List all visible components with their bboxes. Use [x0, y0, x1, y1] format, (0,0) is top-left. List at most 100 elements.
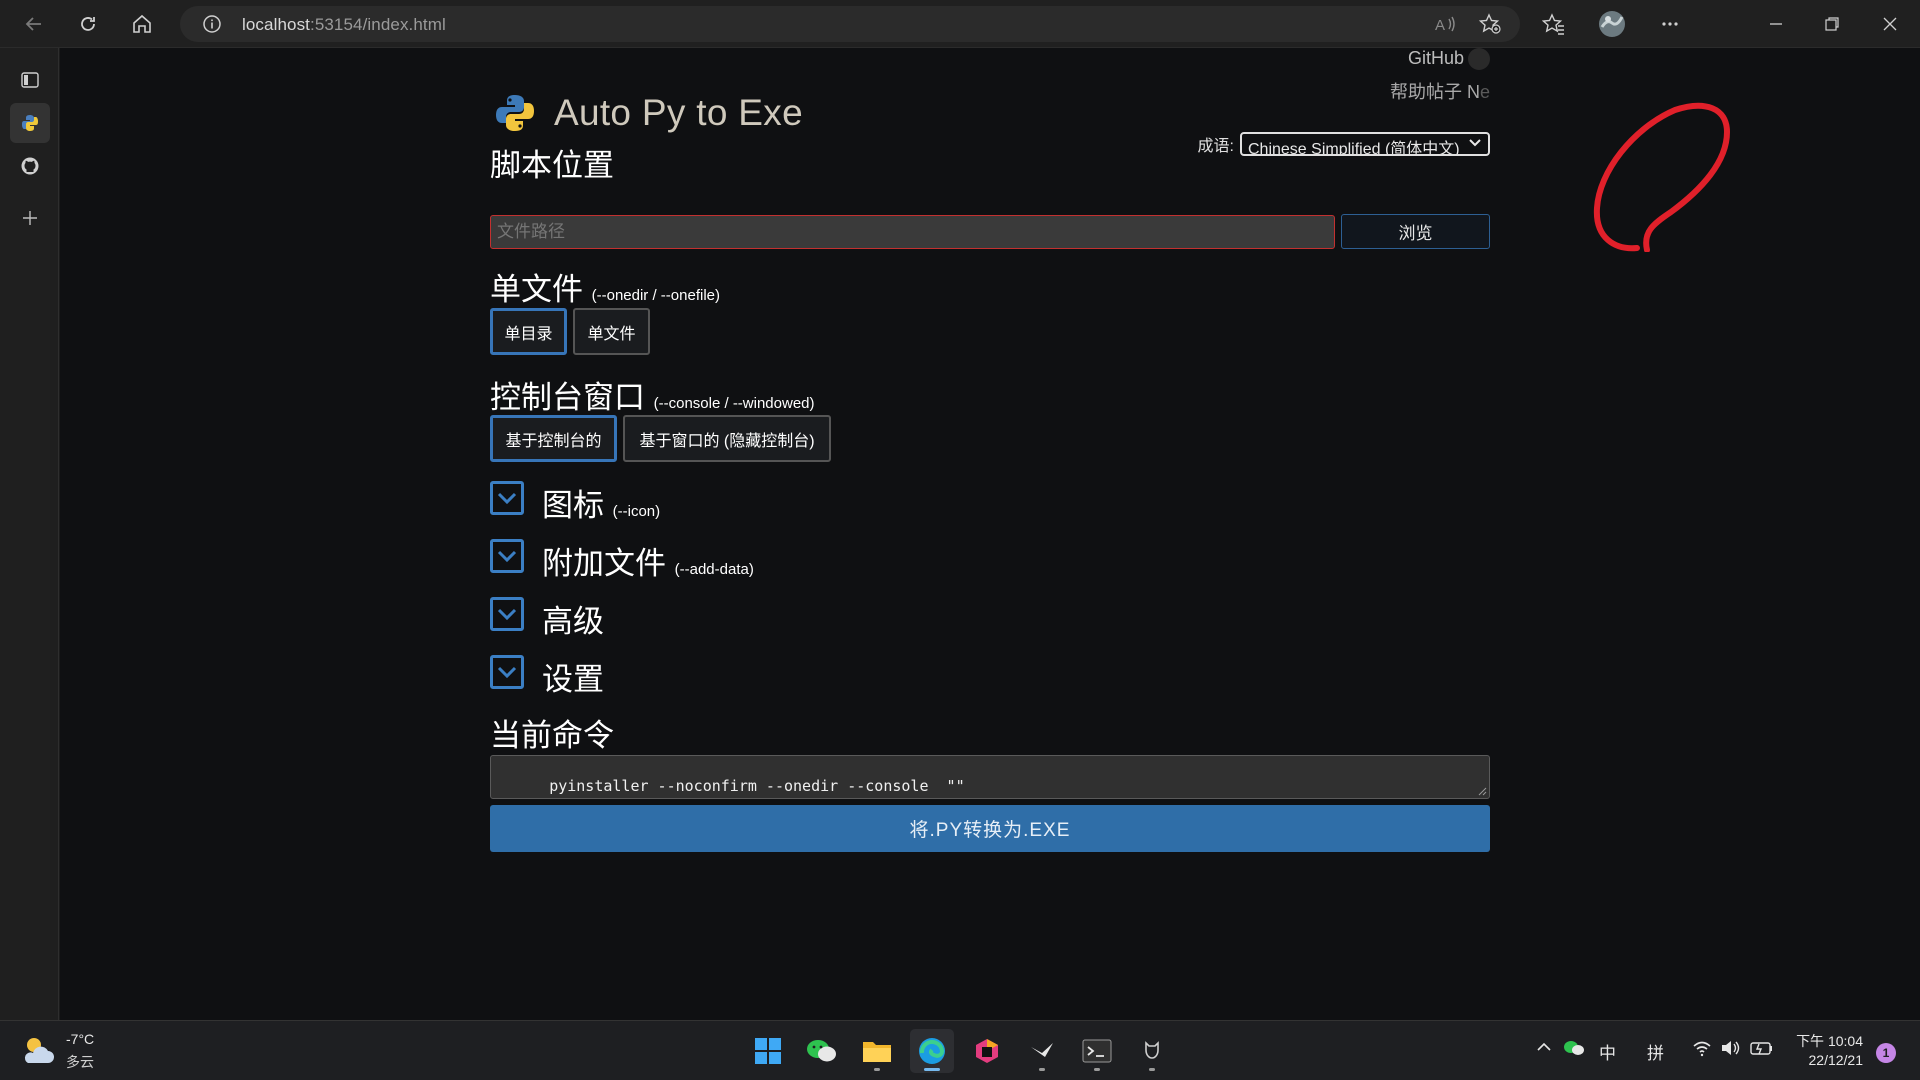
ime-input-indicator[interactable]: 拼: [1647, 1039, 1664, 1064]
notification-badge[interactable]: 1: [1876, 1043, 1896, 1063]
show-hidden-icons-chevron[interactable]: [1536, 1039, 1552, 1060]
script-location-heading: 脚本位置: [490, 148, 614, 183]
restore-icon[interactable]: [1814, 6, 1850, 42]
home-icon[interactable]: [124, 6, 160, 42]
ime-mode-indicator[interactable]: 中: [1599, 1039, 1616, 1064]
console-heading: 控制台窗口 (--console / --windowed): [490, 372, 815, 417]
battery-icon[interactable]: [1750, 1039, 1774, 1062]
start-button[interactable]: [746, 1029, 790, 1073]
terminal-app-taskbar-button[interactable]: [1020, 1029, 1064, 1073]
wechat-taskbar-button[interactable]: [800, 1029, 844, 1073]
clock-time[interactable]: 下午 10:04: [1795, 1031, 1863, 1051]
clock-date[interactable]: 22/12/21: [1795, 1052, 1864, 1068]
icon-section-label[interactable]: 图标 (--icon): [542, 480, 660, 525]
python-logo: [494, 92, 536, 134]
jetbrains-taskbar-button[interactable]: [965, 1029, 1009, 1073]
add-favorite-icon[interactable]: [1472, 6, 1508, 42]
add-data-section-flag: (--add-data): [674, 561, 754, 578]
advanced-section-toggle[interactable]: [490, 597, 524, 631]
folder-icon: [863, 1042, 891, 1062]
current-command-textarea[interactable]: pyinstaller --noconfirm --onedir --conso…: [490, 755, 1490, 799]
convert-button[interactable]: 将.PY转换为.EXE: [490, 805, 1490, 852]
chevron-down-icon: [497, 550, 517, 563]
current-command-heading: 当前命令: [490, 718, 614, 753]
edge-icon: [919, 1038, 945, 1064]
weather-description: 多云: [66, 1054, 94, 1070]
site-info-icon[interactable]: [202, 14, 222, 34]
favorites-icon[interactable]: [1536, 6, 1572, 42]
python-tab-icon[interactable]: [10, 103, 50, 143]
console-flag: (--console / --windowed): [653, 395, 815, 412]
settings-section-label[interactable]: 设置: [542, 654, 604, 699]
add-data-section-toggle[interactable]: [490, 539, 524, 573]
refresh-icon[interactable]: [70, 6, 106, 42]
svg-text:A: A: [1435, 17, 1445, 34]
chevron-down-icon: [497, 608, 517, 621]
console-based-button[interactable]: 基于控制台的: [490, 415, 617, 462]
active-indicator: [924, 1068, 940, 1071]
running-indicator: [1094, 1068, 1100, 1071]
jetbrains-icon: [976, 1039, 998, 1063]
icon-section-flag: (--icon): [612, 503, 661, 520]
minimize-icon[interactable]: [1758, 6, 1794, 42]
wechat-icon: [807, 1040, 836, 1062]
resize-handle-icon[interactable]: [1477, 786, 1487, 796]
weather-temperature: -7°C: [66, 1031, 95, 1047]
add-icon[interactable]: [10, 198, 50, 238]
window-based-button[interactable]: 基于窗口的 (隐藏控制台): [623, 415, 831, 462]
back-icon[interactable]: [16, 6, 52, 42]
github-desktop-taskbar-button[interactable]: [1130, 1029, 1174, 1073]
read-aloud-icon[interactable]: A: [1428, 6, 1464, 42]
profile-avatar[interactable]: [1594, 6, 1630, 42]
volume-icon[interactable]: [1720, 1039, 1740, 1062]
edge-taskbar-button[interactable]: [910, 1029, 954, 1073]
page-title: Auto Py to Exe: [554, 92, 803, 133]
language-label: 成语:: [1197, 138, 1234, 155]
onedir-option-button[interactable]: 单目录: [490, 308, 567, 355]
weather-cloudy-icon[interactable]: [20, 1033, 56, 1067]
wechat-tray-icon[interactable]: [1563, 1039, 1585, 1062]
settings-section-toggle[interactable]: [490, 655, 524, 689]
browser-toolbar: localhost:53154/index.html A: [0, 0, 1920, 48]
running-indicator: [1149, 1068, 1155, 1071]
browser-sidebar: [0, 48, 59, 1020]
add-data-section-label[interactable]: 附加文件 (--add-data): [542, 538, 754, 583]
app-container: Auto Py to Exe GitHub 帮助帖子 Ne 成语: Chines…: [490, 48, 1730, 1020]
onefile-option-button[interactable]: 单文件: [573, 308, 650, 355]
running-indicator: [874, 1068, 880, 1071]
more-menu-icon[interactable]: [1652, 6, 1688, 42]
help-link-faded: e: [1479, 82, 1490, 102]
browse-button[interactable]: 浏览: [1341, 214, 1490, 249]
icon-section-title: 图标: [542, 488, 604, 523]
tab-actions-icon[interactable]: [10, 60, 50, 100]
url-text: localhost:53154/index.html: [242, 15, 446, 34]
chevron-down-icon: [497, 666, 517, 679]
github-mark-icon: [1468, 48, 1490, 71]
terminal-icon: [1082, 1039, 1112, 1063]
help-link-label: 帮助帖子 N: [1389, 82, 1480, 102]
github-cat-icon: [1145, 1041, 1159, 1059]
wifi-icon[interactable]: [1692, 1039, 1712, 1062]
github-icon[interactable]: [10, 146, 50, 186]
github-link[interactable]: GitHub: [1290, 48, 1490, 74]
icon-section-toggle[interactable]: [490, 481, 524, 515]
command-text: pyinstaller --noconfirm --onedir --conso…: [549, 777, 965, 795]
language-row: 成语: Chinese Simplified (简体中文): [1198, 132, 1490, 156]
language-select[interactable]: Chinese Simplified (简体中文): [1240, 132, 1490, 156]
windows-terminal-taskbar-button[interactable]: [1075, 1029, 1119, 1073]
page-viewport: Auto Py to Exe GitHub 帮助帖子 Ne 成语: Chines…: [60, 48, 1920, 1020]
file-explorer-taskbar-button[interactable]: [855, 1029, 899, 1073]
advanced-section-label[interactable]: 高级: [542, 596, 604, 641]
github-link-label: GitHub: [1407, 48, 1464, 68]
language-select-value: Chinese Simplified (简体中文): [1248, 141, 1460, 156]
red-circle-annotation: [1593, 102, 1730, 252]
windows-logo-icon: [755, 1038, 781, 1064]
chevron-up-icon: [1537, 1042, 1551, 1051]
onefile-heading: 单文件 (--onedir / --onefile): [490, 264, 720, 309]
help-post-link[interactable]: 帮助帖子 Ne: [1290, 78, 1490, 104]
windows-taskbar: -7°C 多云 中 拼 下午 10:04 22/12/21 1: [0, 1020, 1920, 1080]
close-icon[interactable]: [1872, 6, 1908, 42]
script-path-input[interactable]: [490, 215, 1335, 249]
running-indicator: [1039, 1068, 1045, 1071]
address-bar[interactable]: localhost:53154/index.html: [180, 6, 1520, 42]
